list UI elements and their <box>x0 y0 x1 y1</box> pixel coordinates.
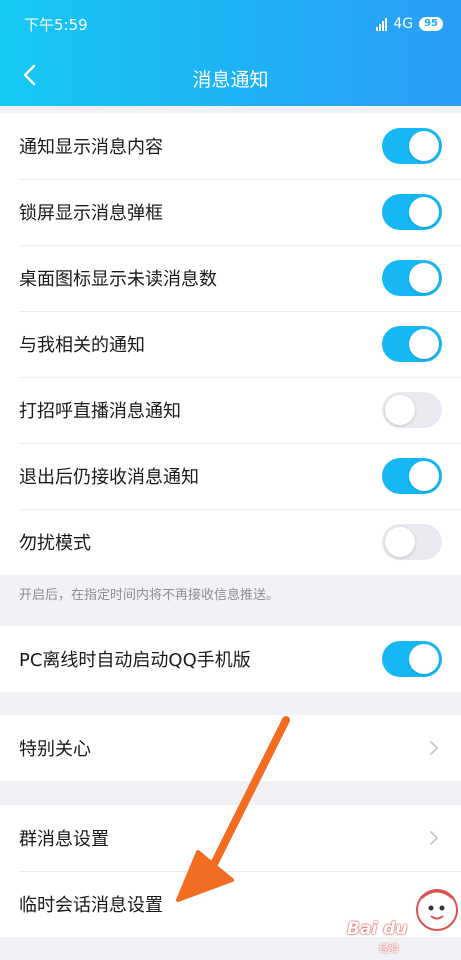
network-type: 4G <box>393 16 414 32</box>
toggle-knob <box>385 395 415 425</box>
chevron-right-icon <box>430 831 438 845</box>
watermark-sub: 经验 <box>379 944 399 955</box>
row-label: 与我相关的通知 <box>19 335 145 356</box>
nav-bar: 消息通知 <box>0 48 461 106</box>
toggle-do-not-disturb[interactable] <box>382 524 442 560</box>
toggle-unread-badge[interactable] <box>382 260 442 296</box>
mascot-icon <box>416 889 458 931</box>
status-indicators: 4G 95 <box>376 14 443 34</box>
dnd-hint-text: 开启后，在指定时间内将不再接收信息推送。 <box>19 588 280 603</box>
row-label: 特别关心 <box>19 739 91 760</box>
toggle-knob <box>409 131 439 161</box>
row-pc-offline: PC离线时自动启动QQ手机版 <box>0 626 461 692</box>
row-label: 群消息设置 <box>19 829 109 850</box>
toggle-knob <box>409 197 439 227</box>
toggle-show-message-content[interactable] <box>382 128 442 164</box>
battery-level: 95 <box>424 18 438 29</box>
row-label: 勿扰模式 <box>19 533 91 554</box>
row-label: PC离线时自动启动QQ手机版 <box>19 650 251 671</box>
row-label: 临时会话消息设置 <box>19 895 163 916</box>
toggle-knob <box>385 527 415 557</box>
battery-icon: 95 <box>419 17 443 31</box>
app-header: 下午5:59 4G 95 消息通知 <box>0 0 461 106</box>
row-related-notifications: 与我相关的通知 <box>0 311 461 377</box>
toggle-knob <box>409 329 439 359</box>
toggle-knob <box>409 263 439 293</box>
toggle-greeting-live[interactable] <box>382 392 442 428</box>
baidu-watermark: Bai du 经验 <box>319 884 459 955</box>
row-unread-badge: 桌面图标显示未读消息数 <box>0 245 461 311</box>
row-do-not-disturb: 勿扰模式 <box>0 509 461 575</box>
toggle-knob <box>409 644 439 674</box>
watermark-text: Bai du <box>347 919 408 939</box>
row-lockscreen-popup: 锁屏显示消息弹框 <box>0 179 461 245</box>
row-label: 桌面图标显示未读消息数 <box>19 269 217 290</box>
row-label: 通知显示消息内容 <box>19 137 163 158</box>
toggle-receive-after-exit[interactable] <box>382 458 442 494</box>
row-show-message-content: 通知显示消息内容 <box>0 113 461 179</box>
row-label: 退出后仍接收消息通知 <box>19 467 199 488</box>
signal-icon <box>376 17 388 31</box>
row-special-care[interactable]: 特别关心 <box>0 715 461 781</box>
page-title: 消息通知 <box>192 69 269 91</box>
toggle-pc-offline[interactable] <box>382 641 442 677</box>
notification-toggle-group: 通知显示消息内容 锁屏显示消息弹框 桌面图标显示未读消息数 与我相关的通知 打招… <box>0 113 461 575</box>
toggle-related-notifications[interactable] <box>382 326 442 362</box>
row-greeting-live: 打招呼直播消息通知 <box>0 377 461 443</box>
row-group-message-settings[interactable]: 群消息设置 <box>0 805 461 871</box>
chevron-right-icon <box>430 741 438 755</box>
special-care-group: 特别关心 <box>0 715 461 781</box>
toggle-knob <box>409 461 439 491</box>
row-label: 锁屏显示消息弹框 <box>19 203 163 224</box>
row-label: 打招呼直播消息通知 <box>19 401 181 422</box>
status-bar: 下午5:59 4G 95 <box>0 0 461 48</box>
pc-offline-group: PC离线时自动启动QQ手机版 <box>0 626 461 692</box>
status-time: 下午5:59 <box>24 16 88 34</box>
toggle-lockscreen-popup[interactable] <box>382 194 442 230</box>
row-receive-after-exit: 退出后仍接收消息通知 <box>0 443 461 509</box>
